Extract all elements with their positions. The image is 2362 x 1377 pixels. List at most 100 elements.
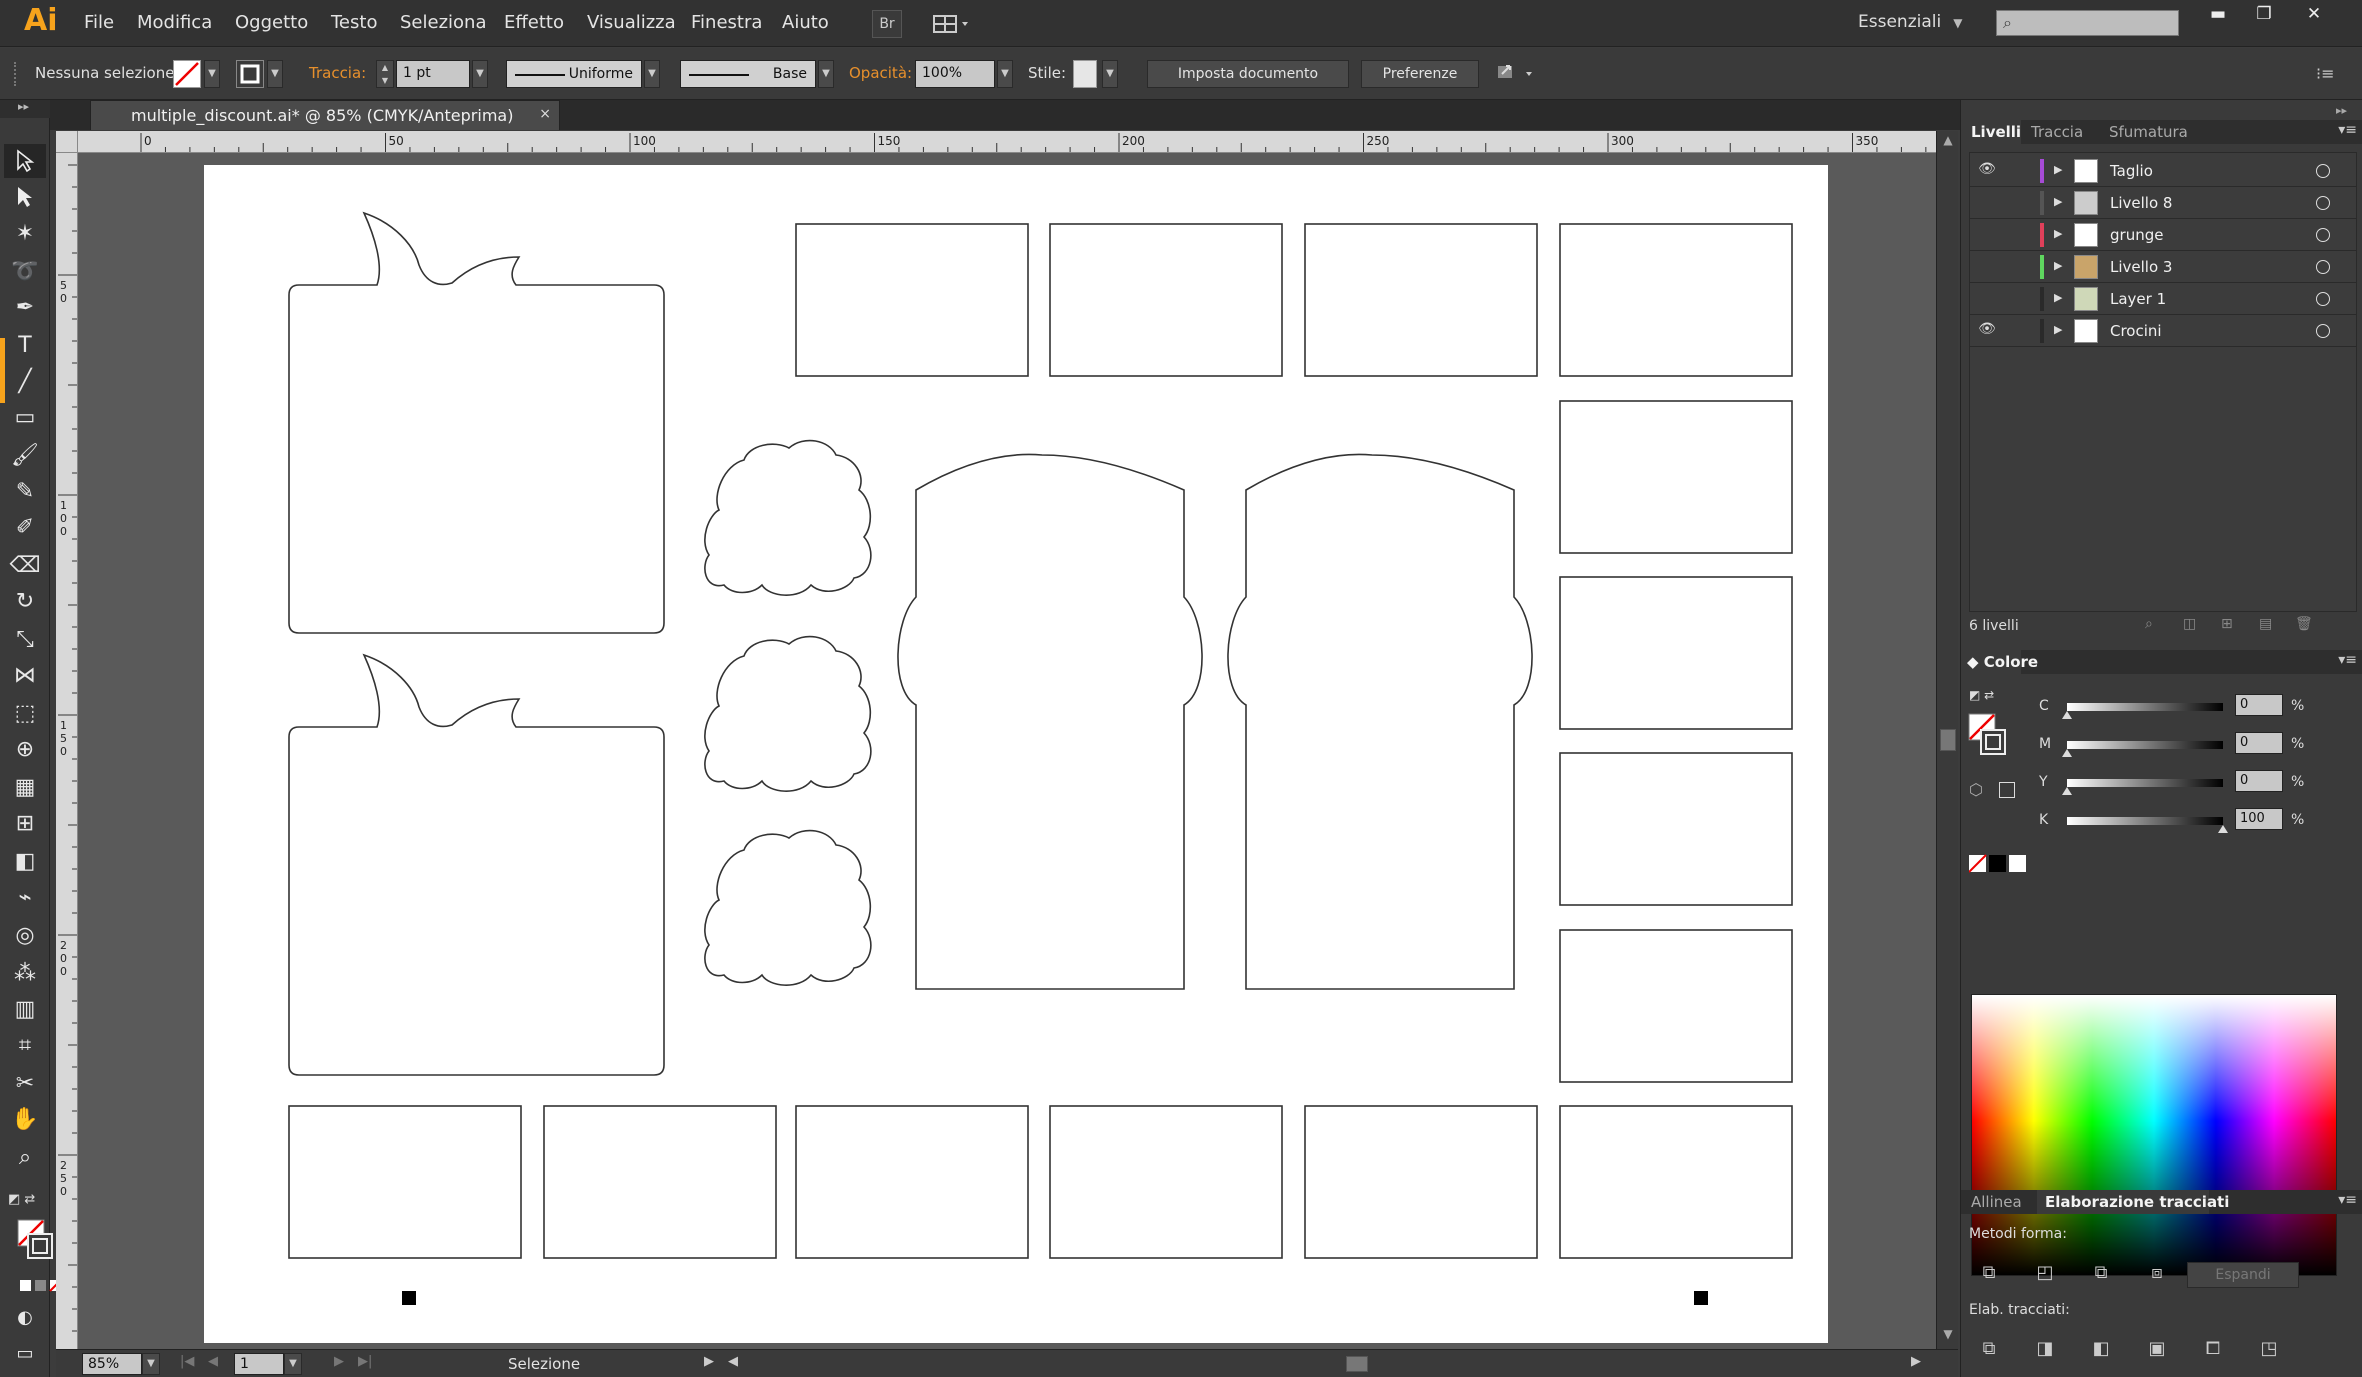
close-tab-icon[interactable]: × [539, 106, 551, 122]
prev-artboard-icon[interactable]: ◀ [208, 1354, 218, 1369]
bridge-button[interactable]: Br [872, 10, 902, 38]
opacity-field[interactable]: 100% [915, 60, 995, 88]
artwork[interactable] [204, 165, 1828, 1343]
paintbrush-tool-icon[interactable]: 🖌 [4, 438, 46, 472]
style-dropdown[interactable]: ▼ [1102, 60, 1118, 88]
menu-visualizza[interactable]: Visualizza [587, 12, 676, 33]
lock-toggle[interactable] [2000, 193, 2018, 213]
menu-effetto[interactable]: Effetto [504, 12, 564, 33]
layer-name[interactable]: Livello 3 [2110, 258, 2172, 276]
menu-finestra[interactable]: Finestra [691, 12, 762, 33]
fill-stroke-indicator[interactable] [1967, 712, 2017, 762]
horizontal-scrollbar[interactable] [746, 1356, 1926, 1372]
layer-row[interactable]: ▶ Layer 1 [1970, 283, 2356, 315]
locate-object-icon[interactable]: ⌕ [2145, 616, 2153, 632]
visibility-eye-icon[interactable] [1976, 257, 1998, 277]
brush-dropdown[interactable]: ▼ [818, 60, 834, 88]
outline-icon[interactable]: ⧠ [2199, 1338, 2227, 1364]
vertical-scrollbar[interactable]: ▲ ▼ [1936, 131, 1958, 1349]
restore-button[interactable]: ❐ [2244, 4, 2284, 28]
scroll-down-icon[interactable]: ▼ [1937, 1327, 1959, 1345]
minus-front-icon[interactable]: ◰ [2031, 1262, 2059, 1288]
delete-layer-icon[interactable]: 🗑 [2295, 616, 2313, 632]
pencil-tool-icon[interactable]: ✎ [4, 474, 46, 508]
draw-mode-icon[interactable]: ◐ [4, 1300, 46, 1334]
slider-thumb[interactable] [2218, 825, 2228, 833]
default-colors-icon[interactable]: ◩ ⇄ [1969, 688, 2005, 708]
fill-swatch[interactable] [173, 60, 201, 88]
screen-mode-icon[interactable]: ▭ [4, 1336, 46, 1370]
crop-icon[interactable]: ▣ [2143, 1338, 2171, 1364]
stroke-swatch[interactable] [236, 60, 264, 88]
slider-thumb[interactable] [2062, 749, 2072, 757]
lasso-tool-icon[interactable]: ➰ [4, 254, 46, 288]
hand-tool-icon[interactable]: ✋ [4, 1102, 46, 1136]
zoom-tool-icon[interactable]: ⌕ [4, 1140, 46, 1174]
ruler-origin[interactable] [56, 131, 78, 153]
menu-file[interactable]: File [84, 12, 114, 33]
collapse-panels-icon[interactable]: ▸▸ [2336, 104, 2347, 117]
artboard[interactable] [204, 165, 1828, 1343]
magenta-field[interactable]: 0 [2235, 732, 2283, 754]
type-tool-icon[interactable]: T [4, 328, 46, 362]
intersect-icon[interactable]: ⧉ [2087, 1262, 2115, 1288]
tab-stroke[interactable]: Traccia [2031, 123, 2083, 141]
magic-wand-tool-icon[interactable]: ✶ [4, 216, 46, 250]
line-tool-icon[interactable]: ╱ [4, 364, 46, 398]
tab-layers[interactable]: Livelli [1971, 123, 2021, 141]
horizontal-scroll-thumb[interactable] [1346, 1356, 1368, 1372]
zoom-field[interactable]: 85% [82, 1353, 142, 1375]
stroke-label[interactable]: Traccia: [309, 64, 366, 82]
stroke-weight-dropdown[interactable]: ▼ [472, 60, 488, 88]
stroke-profile-dropdown[interactable]: ▼ [644, 60, 660, 88]
close-button[interactable]: ✕ [2294, 4, 2334, 28]
fill-dropdown[interactable]: ▼ [204, 60, 220, 88]
visibility-eye-icon[interactable]: 👁 [1976, 321, 1998, 341]
exclude-icon[interactable]: ⧈ [2143, 1262, 2171, 1288]
black-field[interactable]: 100 [2235, 808, 2283, 830]
arrange-documents-icon[interactable] [930, 10, 974, 38]
style-swatch[interactable] [1073, 60, 1097, 88]
lock-toggle[interactable] [2000, 225, 2018, 245]
lock-toggle[interactable] [2000, 321, 2018, 341]
layer-target-icon[interactable] [2316, 260, 2330, 274]
visibility-eye-icon[interactable] [1976, 289, 1998, 309]
yellow-field[interactable]: 0 [2235, 770, 2283, 792]
layer-row[interactable]: ▶ Livello 8 [1970, 187, 2356, 219]
opacity-label[interactable]: Opacità: [849, 64, 912, 82]
tab-color[interactable]: ◆ Colore [1967, 653, 2038, 671]
blend-tool-icon[interactable]: ◎ [4, 918, 46, 952]
expand-arrow-icon[interactable]: ▶ [2054, 259, 2062, 272]
search-input[interactable] [2023, 13, 2173, 33]
workspace-switcher[interactable]: Essenziali ▼ [1858, 12, 1962, 32]
make-clipping-mask-icon[interactable]: ◫ [2183, 616, 2196, 632]
menu-oggetto[interactable]: Oggetto [235, 12, 308, 33]
menu-seleziona[interactable]: Seleziona [400, 12, 486, 33]
layer-name[interactable]: Taglio [2110, 162, 2153, 180]
menu-testo[interactable]: Testo [331, 12, 377, 33]
swap-colors-icon[interactable]: ◩ ⇄ [8, 1192, 44, 1212]
divide-icon[interactable]: ⧉ [1975, 1338, 2003, 1364]
scroll-right-icon[interactable]: ▶ [1911, 1354, 1921, 1369]
layer-row[interactable]: ▶ Livello 3 [1970, 251, 2356, 283]
tools-panel-header[interactable]: ▸▸ [0, 100, 50, 118]
canvas[interactable] [78, 153, 1936, 1349]
layer-name[interactable]: Crocini [2110, 322, 2162, 340]
layer-target-icon[interactable] [2316, 164, 2330, 178]
next-artboard-icon[interactable]: ▶ [334, 1354, 344, 1369]
blob-brush-tool-icon[interactable]: ✐ [4, 510, 46, 544]
layer-target-icon[interactable] [2316, 196, 2330, 210]
layer-target-icon[interactable] [2316, 292, 2330, 306]
zoom-dropdown[interactable]: ▼ [142, 1353, 160, 1375]
quick-swatches[interactable] [1968, 854, 2029, 874]
scroll-up-icon[interactable]: ▲ [1937, 133, 1959, 151]
visibility-eye-icon[interactable]: 👁 [1976, 161, 1998, 181]
fill-stroke-indicator[interactable] [16, 1218, 56, 1268]
direct-selection-tool-icon[interactable] [4, 180, 46, 214]
opacity-dropdown[interactable]: ▼ [997, 60, 1013, 88]
scroll-left-icon[interactable]: ◀ [728, 1354, 738, 1369]
stroke-weight-stepper[interactable]: ▲ ▼ [376, 60, 394, 88]
trim-icon[interactable]: ◨ [2031, 1338, 2059, 1364]
web-safe-swatch[interactable] [1999, 782, 2015, 798]
document-tab[interactable]: multiple_discount.ai* @ 85% (CMYK/Antepr… [90, 100, 560, 130]
